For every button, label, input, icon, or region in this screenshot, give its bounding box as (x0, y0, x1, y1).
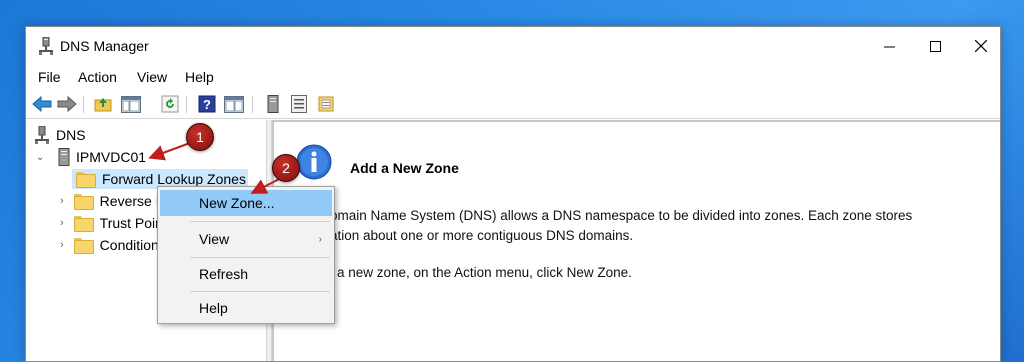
annotation-badge-2: 2 (272, 154, 300, 182)
annotation-arrows (148, 142, 288, 194)
annotation-arrow-1 (148, 142, 191, 161)
annotation-badge-1: 1 (186, 123, 214, 151)
